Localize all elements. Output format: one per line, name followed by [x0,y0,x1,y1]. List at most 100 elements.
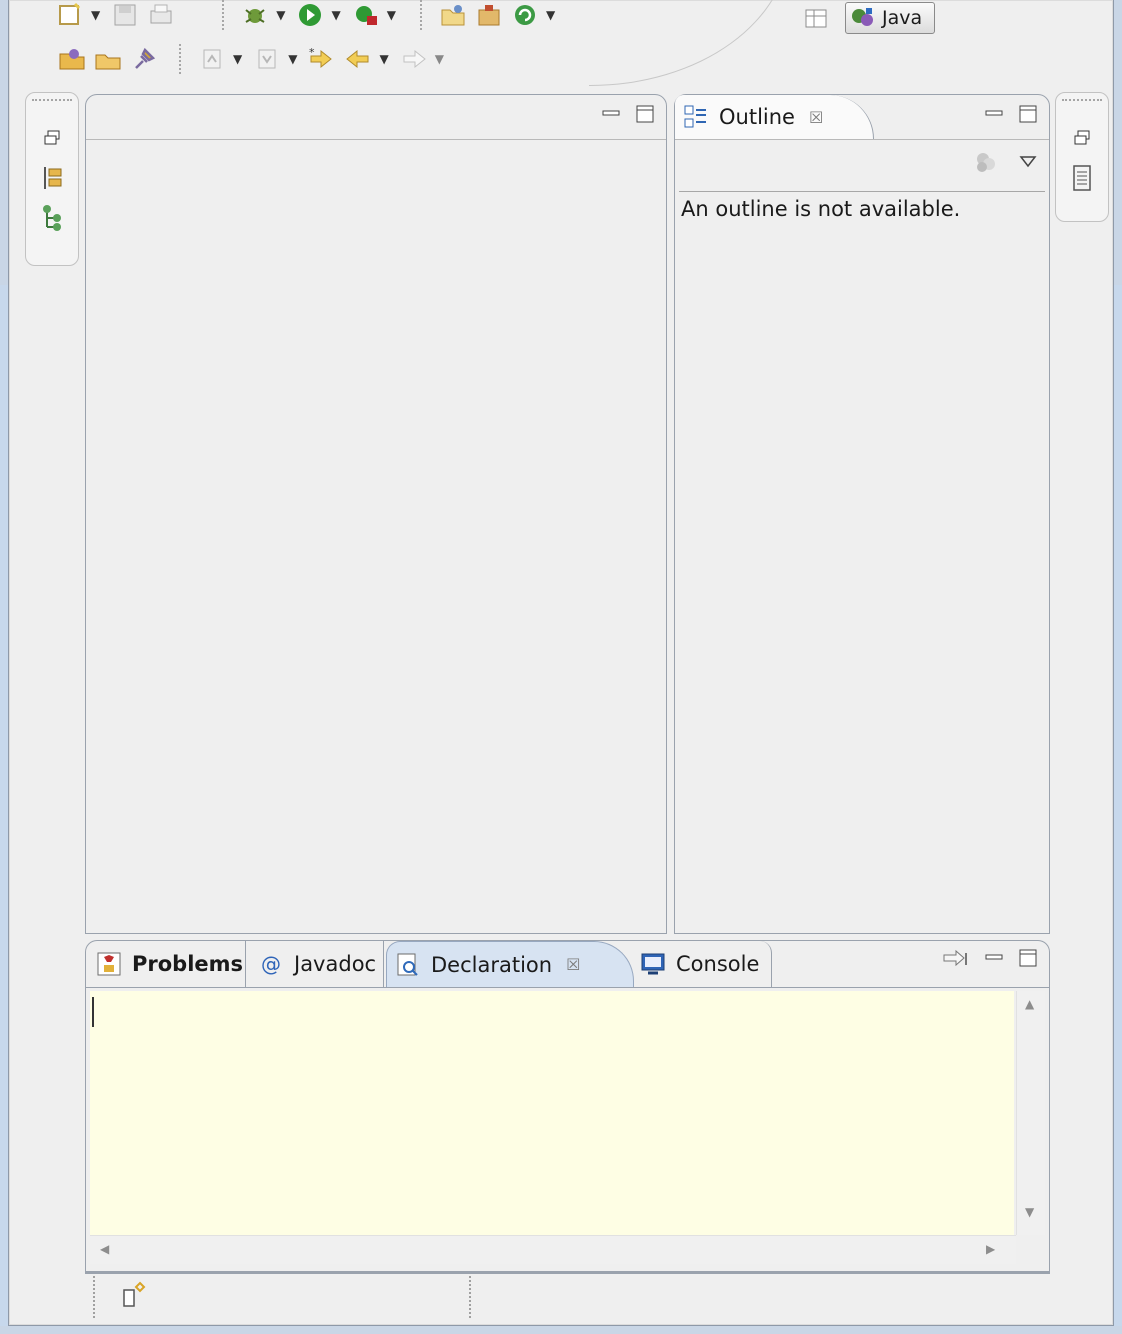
editor-area [85,94,667,934]
outline-view-header: Outline ☒ [675,95,1049,140]
toolbar-separator [222,0,226,30]
tab-javadoc[interactable]: @ Javadoc [248,941,384,987]
tab-problems[interactable]: Problems [94,941,246,987]
toolbar-separator [419,0,424,30]
debug-icon[interactable] [240,0,270,30]
editor-window-buttons [588,103,656,125]
perspective-switcher: Java [801,2,936,34]
maximize-icon[interactable] [1017,947,1039,969]
back-dropdown-icon[interactable]: ▼ [379,52,388,66]
trim-drag-handle[interactable] [32,99,72,109]
problems-icon [96,951,122,977]
open-perspective-icon[interactable] [801,3,831,33]
window-frame-right-lower [1114,285,1122,1334]
back-icon[interactable] [343,44,373,74]
status-separator [93,1276,97,1318]
restore-icon[interactable] [1067,123,1097,153]
save-icon[interactable] [110,0,140,30]
debug-dropdown-icon[interactable]: ▼ [276,8,285,22]
scroll-up-icon[interactable]: ▲ [1025,997,1034,1011]
next-annotation-dropdown-icon[interactable]: ▼ [233,52,242,66]
tab-console[interactable]: Console [636,941,772,987]
declaration-icon [395,952,421,978]
forward-icon[interactable] [399,44,429,74]
run-dropdown-icon[interactable]: ▼ [331,8,340,22]
last-edit-icon[interactable]: * [307,44,337,74]
open-type-icon[interactable] [438,0,468,30]
refresh-dropdown-icon[interactable]: ▼ [546,8,555,22]
declaration-tab-label: Declaration [431,952,553,977]
outline-icon [683,104,709,130]
focus-active-task-icon[interactable] [973,149,1001,175]
next-annotation-icon[interactable] [197,44,227,74]
open-folder-icon[interactable] [57,44,87,74]
print-icon[interactable] [146,0,176,30]
new-dropdown-icon[interactable]: ▼ [91,8,100,22]
text-cursor [92,997,94,1027]
close-icon[interactable]: ☒ [566,955,580,974]
open-in-editor-icon[interactable] [941,947,971,969]
toolbar-curve [589,0,790,86]
tree-icon[interactable] [37,203,67,233]
console-icon [640,951,666,977]
new-fast-view-icon[interactable] [119,1280,149,1310]
tab-declaration[interactable]: Declaration ☒ [386,941,634,987]
declaration-content[interactable] [90,991,1014,1235]
outline-toolbar [973,149,1037,175]
minimize-icon[interactable] [983,947,1005,969]
javadoc-tab-label: Javadoc [294,952,377,976]
svg-text:*: * [309,46,315,59]
tab-outline[interactable]: Outline ☒ [675,95,875,139]
editor-area-header [86,95,666,140]
outline-toolbar-divider [679,191,1045,192]
minimize-icon[interactable] [600,103,622,125]
java-perspective-button[interactable]: Java [845,2,936,34]
bottom-tab-bar: Problems @ Javadoc Declaration ☒ Console [86,941,1049,988]
external-tools-icon[interactable] [351,0,381,30]
window-frame-left-lower [0,285,8,1334]
eclipse-window: ▼ ▼ ▼ ▼ ▼ ▼ ▼ * ▼ ▼ Java Outline ☒ An ou… [8,0,1114,1326]
vertical-scrollbar[interactable]: ▲ ▼ [1016,991,1045,1235]
open-project-icon[interactable] [474,0,504,30]
bottom-window-buttons [929,947,1039,969]
status-bar [89,1272,485,1322]
java-perspective-label: Java [882,7,923,29]
toolbar-row-1: ▼ ▼ ▼ ▼ ▼ [55,0,565,30]
external-tools-dropdown-icon[interactable]: ▼ [387,8,396,22]
left-trim-stack [25,92,79,266]
prev-annotation-icon[interactable] [252,44,282,74]
pin-icon[interactable] [129,44,159,74]
maximize-icon[interactable] [634,103,656,125]
problems-tab-label: Problems [132,952,244,976]
scroll-right-icon[interactable]: ▶ [986,1242,995,1256]
run-icon[interactable] [295,0,325,30]
javadoc-icon: @ [261,952,281,976]
restore-icon[interactable] [37,123,67,153]
maximize-icon[interactable] [1017,103,1039,125]
outline-tab-label: Outline [719,105,795,129]
toolbar-separator [179,44,183,74]
java-perspective-icon [850,6,876,30]
main-toolbar: ▼ ▼ ▼ ▼ ▼ ▼ ▼ * ▼ ▼ Java [9,0,1115,86]
prev-annotation-dropdown-icon[interactable]: ▼ [288,52,297,66]
refresh-icon[interactable] [510,0,540,30]
console-tab-label: Console [676,952,760,976]
trim-drag-handle[interactable] [1062,99,1102,109]
close-icon[interactable]: ☒ [809,108,823,127]
forward-dropdown-icon[interactable]: ▼ [435,52,444,66]
scroll-down-icon[interactable]: ▼ [1025,1205,1034,1219]
scroll-left-icon[interactable]: ◀ [100,1242,109,1256]
window-frame-bottom [0,1326,1122,1334]
bottom-view-stack: Problems @ Javadoc Declaration ☒ Console [85,940,1050,1274]
toolbar-row-2: ▼ ▼ * ▼ ▼ [57,44,454,74]
hierarchy-icon[interactable] [37,163,67,193]
view-menu-icon[interactable] [1019,155,1037,169]
minimize-icon[interactable] [983,103,1005,125]
horizontal-scrollbar[interactable]: ◀ ▶ [90,1235,1016,1264]
task-list-icon[interactable] [1067,163,1097,193]
right-trim-stack [1055,92,1109,222]
outline-window-buttons [971,103,1039,125]
new-wizard-icon[interactable] [55,0,85,30]
status-separator [469,1276,473,1318]
open-file-icon[interactable] [93,44,123,74]
